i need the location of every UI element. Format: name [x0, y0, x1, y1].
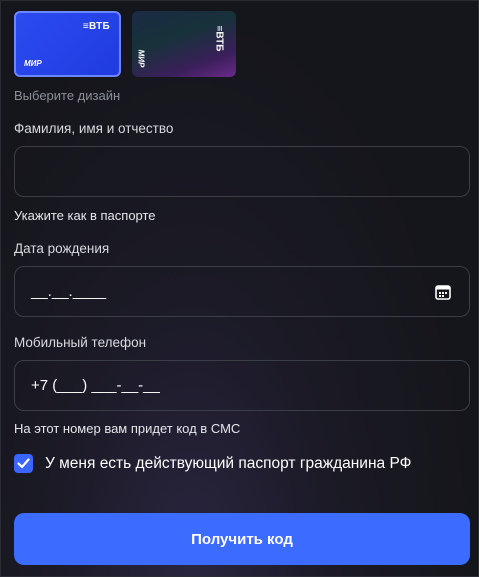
fio-hint: Укажите как в паспорте — [14, 208, 156, 223]
mir-logo: МИР — [24, 59, 42, 68]
passport-checkbox[interactable] — [14, 454, 33, 473]
birth-date-label: Дата рождения — [14, 241, 110, 256]
fio-label: Фамилия, имя и отчество — [14, 121, 174, 136]
phone-field[interactable]: +7 (___) ___-__-__ — [14, 360, 470, 411]
phone-hint: На этот номер вам придет код в СМС — [14, 421, 241, 436]
phone-label: Мобильный телефон — [14, 335, 147, 350]
passport-checkbox-row[interactable]: У меня есть действующий паспорт граждани… — [14, 454, 411, 473]
birth-date-field[interactable]: __.__.____ — [14, 266, 470, 317]
get-code-button[interactable]: Получить код — [14, 513, 470, 565]
passport-checkbox-label: У меня есть действующий паспорт граждани… — [45, 454, 412, 472]
fio-input[interactable] — [31, 163, 453, 180]
mir-logo: МИР — [136, 49, 146, 68]
vtb-logo: ≡ВТБ — [213, 25, 225, 52]
check-icon — [17, 458, 30, 469]
birth-date-value: __.__.____ — [31, 283, 107, 300]
card-design-dark[interactable]: ≡ВТБ МИР — [132, 11, 236, 77]
fio-field[interactable] — [14, 146, 470, 197]
phone-value: +7 (___) ___-__-__ — [31, 377, 160, 394]
vtb-logo: ≡ВТБ — [82, 21, 110, 32]
application-form: ≡ВТБ МИР ≡ВТБ МИР Выберите дизайн Фамили… — [0, 0, 479, 577]
card-design-caption: Выберите дизайн — [14, 88, 121, 103]
calendar-icon[interactable] — [435, 284, 451, 300]
card-design-blue[interactable]: ≡ВТБ МИР — [14, 11, 121, 77]
